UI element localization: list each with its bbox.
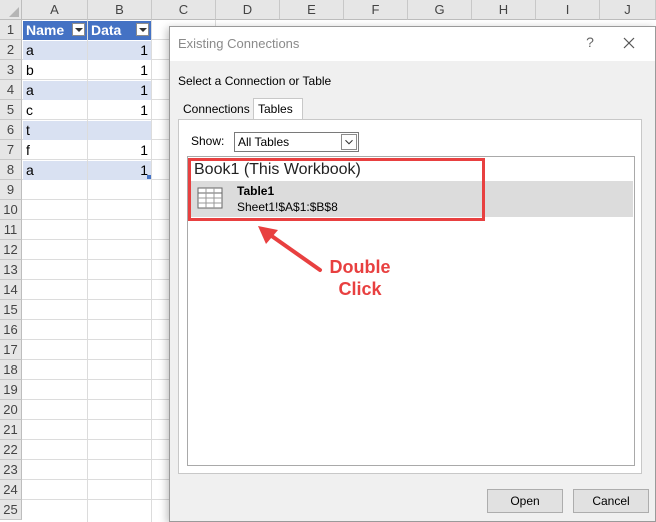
header-label: Name <box>26 22 65 38</box>
callout-line-1: Double <box>329 257 391 277</box>
row-header[interactable]: 9 <box>0 180 22 200</box>
column-header-d[interactable]: D <box>216 0 280 20</box>
row-header[interactable]: 6 <box>0 120 22 140</box>
row-header[interactable]: 23 <box>0 460 22 480</box>
row-header[interactable]: 4 <box>0 80 22 100</box>
row-header[interactable]: 2 <box>0 40 22 60</box>
row-header[interactable]: 8 <box>0 160 22 180</box>
column-header-f[interactable]: F <box>344 0 408 20</box>
table-cell-data[interactable] <box>88 121 151 140</box>
highlight-box <box>188 158 485 221</box>
row-header[interactable]: 5 <box>0 100 22 120</box>
column-header-a[interactable]: A <box>22 0 88 20</box>
table-cell-name[interactable]: a <box>23 41 87 60</box>
show-dropdown-value: All Tables <box>238 135 290 149</box>
row-header[interactable]: 12 <box>0 240 22 260</box>
row-header[interactable]: 20 <box>0 400 22 420</box>
table-resize-handle[interactable] <box>147 175 151 179</box>
row-header[interactable]: 24 <box>0 480 22 500</box>
table-cell-name[interactable]: c <box>23 101 87 120</box>
row-header[interactable]: 14 <box>0 280 22 300</box>
show-dropdown[interactable]: All Tables <box>234 132 359 152</box>
column-header-b[interactable]: B <box>88 0 152 20</box>
row-header[interactable]: 16 <box>0 320 22 340</box>
tab-tables[interactable]: Tables <box>253 98 303 120</box>
row-header[interactable]: 10 <box>0 200 22 220</box>
row-header[interactable]: 19 <box>0 380 22 400</box>
table-cell-data[interactable]: 1 <box>88 81 151 100</box>
row-header[interactable]: 1 <box>0 20 22 40</box>
existing-connections-dialog: Existing Connections ? Select a Connecti… <box>169 26 656 522</box>
row-header[interactable]: 13 <box>0 260 22 280</box>
column-header-e[interactable]: E <box>280 0 344 20</box>
column-header-h[interactable]: H <box>472 0 536 20</box>
filter-dropdown-icon[interactable] <box>72 23 85 36</box>
filter-dropdown-icon[interactable] <box>136 23 149 36</box>
table-cell-data[interactable]: 1 <box>88 161 151 180</box>
header-label: Data <box>91 22 122 38</box>
select-all-corner[interactable] <box>0 0 22 20</box>
table-cell-data[interactable]: 1 <box>88 41 151 60</box>
dialog-instruction: Select a Connection or Table <box>178 74 332 88</box>
row-header[interactable]: 17 <box>0 340 22 360</box>
row-header[interactable]: 11 <box>0 220 22 240</box>
double-click-callout: Double Click <box>312 256 408 300</box>
table-header-name[interactable]: Name <box>23 21 87 40</box>
table-cell-name[interactable]: b <box>23 61 87 80</box>
column-header-j[interactable]: J <box>600 0 656 20</box>
table-header-data[interactable]: Data <box>88 21 151 40</box>
dialog-titlebar[interactable]: Existing Connections ? <box>170 27 655 61</box>
table-cell-data[interactable]: 1 <box>88 101 151 120</box>
table-cell-name[interactable]: a <box>23 161 87 180</box>
table-cell-name[interactable]: f <box>23 141 87 160</box>
close-icon[interactable] <box>620 34 638 52</box>
row-header[interactable]: 15 <box>0 300 22 320</box>
chevron-down-icon[interactable] <box>341 134 357 150</box>
table-cell-data[interactable]: 1 <box>88 61 151 80</box>
dialog-title: Existing Connections <box>178 36 300 51</box>
open-button[interactable]: Open <box>487 489 563 513</box>
show-label: Show: <box>191 134 225 148</box>
table-cell-name[interactable]: a <box>23 81 87 100</box>
column-header-g[interactable]: G <box>408 0 472 20</box>
row-header[interactable]: 25 <box>0 500 22 520</box>
cancel-button[interactable]: Cancel <box>573 489 649 513</box>
row-header[interactable]: 21 <box>0 420 22 440</box>
row-header[interactable]: 3 <box>0 60 22 80</box>
callout-line-2: Click <box>338 279 382 299</box>
help-button[interactable]: ? <box>582 34 598 50</box>
row-header[interactable]: 7 <box>0 140 22 160</box>
row-header[interactable]: 22 <box>0 440 22 460</box>
column-header-c[interactable]: C <box>152 0 216 20</box>
column-header-i[interactable]: I <box>536 0 600 20</box>
table-cell-name[interactable]: t <box>23 121 87 140</box>
table-cell-data[interactable]: 1 <box>88 141 151 160</box>
row-header[interactable]: 18 <box>0 360 22 380</box>
tab-connections[interactable]: Connections <box>179 99 253 120</box>
